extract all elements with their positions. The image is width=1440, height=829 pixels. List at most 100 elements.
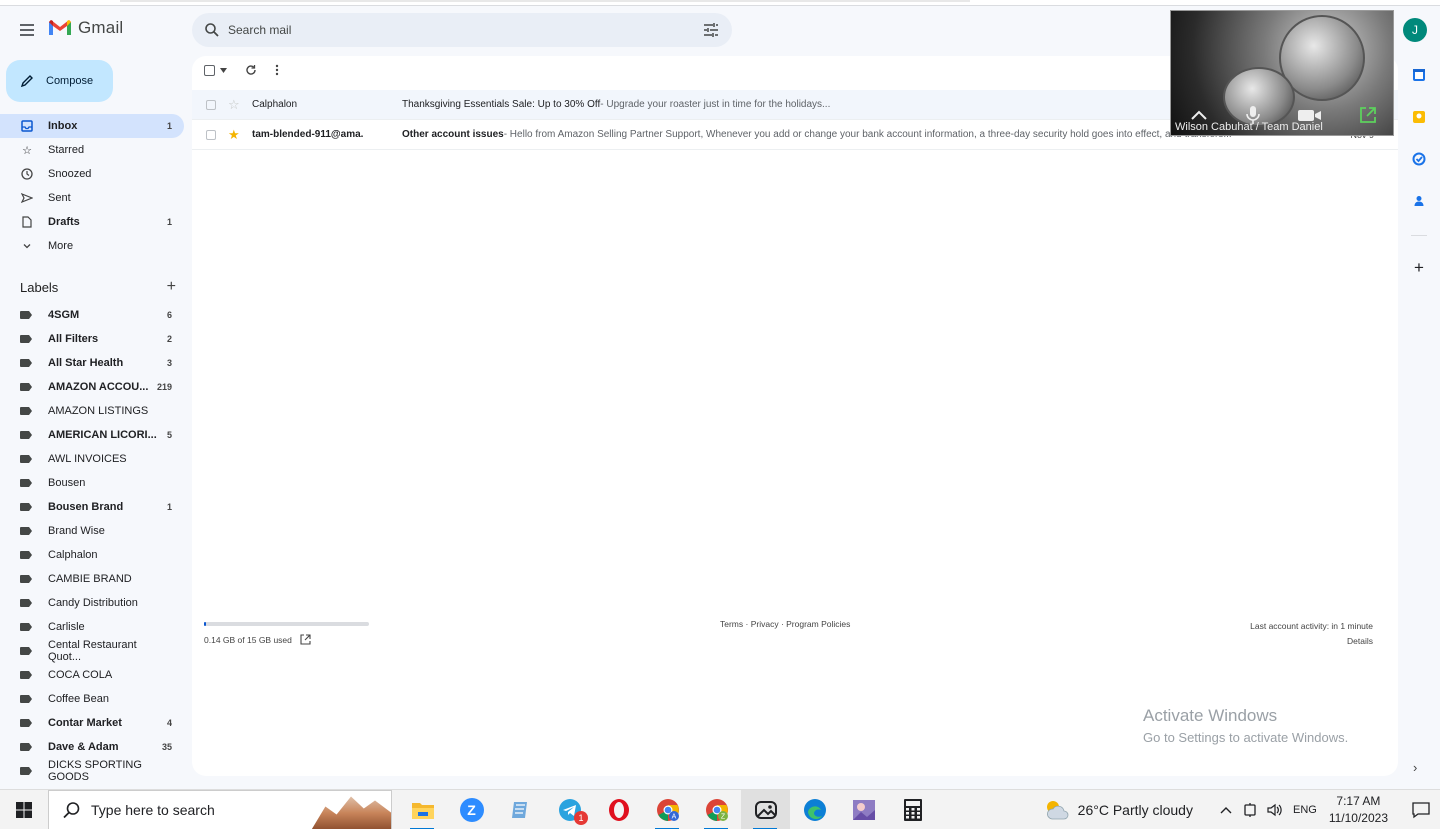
svg-text:A: A	[671, 813, 676, 820]
sidebar-label-item[interactable]: 4SGM 6	[0, 303, 184, 327]
select-all-button[interactable]	[204, 64, 227, 76]
mail-list-panel: ☆ Calphalon Thanksgiving Essentials Sale…	[192, 56, 1398, 776]
weather-widget[interactable]: 26°C Partly cloudy	[1044, 799, 1193, 821]
tasks-icon[interactable]	[1411, 151, 1427, 167]
volume-icon[interactable]	[1267, 803, 1283, 817]
label-name: DICKS SPORTING GOODS	[48, 759, 142, 783]
sidebar-label-item[interactable]: Cental Restaurant Quot...	[0, 639, 184, 663]
notification-icon	[1412, 802, 1430, 819]
details-link[interactable]: Details	[1250, 634, 1373, 649]
sidebar-label-item[interactable]: Contar Market 4	[0, 711, 184, 735]
sidebar-label-item[interactable]: AMAZON LISTINGS	[0, 399, 184, 423]
video-call-overlay[interactable]: Wilson Cabuhat / Team Daniel	[1170, 10, 1394, 136]
refresh-icon[interactable]	[245, 64, 257, 76]
compose-button[interactable]: Compose	[6, 60, 113, 102]
start-button[interactable]	[0, 790, 48, 829]
sidebar-label-item[interactable]: AWL INVOICES	[0, 447, 184, 471]
chevron-up-icon[interactable]	[1189, 108, 1209, 122]
sidebar-label-item[interactable]: DICKS SPORTING GOODS	[0, 759, 184, 783]
more-vert-icon[interactable]	[275, 64, 279, 76]
label-tag-icon	[20, 311, 32, 319]
main-menu-button[interactable]	[16, 19, 38, 41]
plus-icon[interactable]: +	[1411, 258, 1427, 277]
email-subject: Thanksgiving Essentials Sale: Up to 30% …	[402, 99, 601, 110]
gmail-logo[interactable]: Gmail	[48, 18, 123, 38]
language-indicator[interactable]: ENG	[1293, 804, 1317, 816]
chevron-up-icon[interactable]	[1219, 805, 1233, 815]
sidebar-label-item[interactable]: CAMBIE BRAND	[0, 567, 184, 591]
taskbar-clock[interactable]: 7:17 AM 11/10/2023	[1329, 793, 1388, 827]
sidebar-item-sent[interactable]: Sent	[0, 186, 184, 210]
file-explorer-button[interactable]	[398, 790, 447, 829]
activity-text: Last account activity: in 1 minute	[1250, 621, 1373, 631]
opera-app-button[interactable]	[594, 790, 643, 829]
edge-app-button[interactable]	[790, 790, 839, 829]
sidebar-label-item[interactable]: Carlisle	[0, 615, 184, 639]
telegram-app-button[interactable]: 1	[545, 790, 594, 829]
sidebar-label-item[interactable]: AMERICAN LICORI... 5	[0, 423, 184, 447]
search-bar[interactable]	[192, 13, 732, 47]
sidebar-label-item[interactable]: Calphalon	[0, 543, 184, 567]
sidebar-item-drafts[interactable]: Drafts 1	[0, 210, 184, 234]
label-tag-icon	[20, 695, 32, 703]
sidebar-label-item[interactable]: Candy Distribution	[0, 591, 184, 615]
account-avatar[interactable]: J	[1403, 18, 1427, 42]
pop-out-icon[interactable]	[1359, 106, 1377, 124]
chrome-profile-a-button[interactable]: A	[643, 790, 692, 829]
photos-app-button[interactable]	[741, 789, 790, 829]
keep-icon[interactable]	[1411, 109, 1427, 125]
opera-icon	[608, 798, 629, 821]
label-count: 5	[166, 430, 172, 440]
notes-app-button[interactable]	[496, 790, 545, 829]
caller-name: Wilson Cabuhat / Team Daniel	[1175, 121, 1323, 133]
mail-toolbar	[204, 64, 279, 76]
star-filled-icon[interactable]: ★	[228, 127, 242, 143]
calculator-app-button[interactable]	[888, 790, 937, 829]
sidebar-item-more[interactable]: More	[0, 234, 184, 258]
search-options-icon[interactable]	[702, 21, 720, 39]
privacy-link[interactable]: Privacy	[751, 619, 779, 629]
sidebar-label-item[interactable]: AMAZON ACCOU... 219	[0, 375, 184, 399]
program-policies-link[interactable]: Program Policies	[786, 619, 850, 629]
browser-top-strip	[0, 0, 1440, 6]
sidebar-label-item[interactable]: Brand Wise	[0, 519, 184, 543]
notification-center-button[interactable]	[1402, 801, 1440, 819]
sidebar-label-item[interactable]: All Filters 2	[0, 327, 184, 351]
star-icon: ☆	[22, 144, 32, 157]
row-checkbox[interactable]	[206, 129, 216, 140]
sidebar-item-inbox[interactable]: Inbox 1	[0, 114, 184, 138]
search-input[interactable]	[228, 23, 702, 37]
calculator-icon	[903, 798, 922, 821]
sidebar-label-item[interactable]: Bousen Brand 1	[0, 495, 184, 519]
sidebar-item-label: Snoozed	[48, 168, 92, 180]
taskbar-search-box[interactable]: Type here to search	[48, 789, 392, 829]
calendar-icon[interactable]	[1411, 67, 1427, 83]
star-icon[interactable]: ☆	[228, 97, 242, 113]
sidebar-label-item[interactable]: COCA COLA	[0, 663, 184, 687]
label-tag-icon	[20, 503, 32, 511]
sidebar-item-label: Drafts	[48, 216, 80, 228]
row-checkbox[interactable]	[206, 99, 216, 110]
sidebar-item-snoozed[interactable]: Snoozed	[0, 162, 184, 186]
email-sender: Calphalon	[252, 99, 298, 110]
network-icon[interactable]	[1243, 802, 1257, 818]
plus-icon[interactable]: +	[167, 278, 176, 296]
account-activity: Last account activity: in 1 minute Detai…	[1250, 619, 1373, 649]
sidebar-label-item[interactable]: Bousen	[0, 471, 184, 495]
search-highlight-image	[311, 796, 391, 829]
sidebar-item-starred[interactable]: ☆ Starred	[0, 138, 184, 162]
sidebar-label-item[interactable]: Coffee Bean	[0, 687, 184, 711]
label-name: COCA COLA	[48, 669, 113, 681]
chevron-right-icon[interactable]: ›	[1413, 760, 1417, 775]
label-tag-icon	[20, 719, 32, 727]
sidebar-label-item[interactable]: All Star Health 3	[0, 351, 184, 375]
zoom-app-button[interactable]: Z	[447, 790, 496, 829]
terms-link[interactable]: Terms	[720, 619, 743, 629]
image-viewer-app-button[interactable]	[839, 790, 888, 829]
search-icon[interactable]	[204, 22, 220, 38]
label-tag-icon	[20, 575, 32, 583]
contacts-icon[interactable]	[1411, 193, 1427, 209]
chrome-profile-z-button[interactable]: Z	[692, 790, 741, 829]
sidebar-label-item[interactable]: Dave & Adam 35	[0, 735, 184, 759]
open-external-icon[interactable]	[300, 634, 311, 645]
